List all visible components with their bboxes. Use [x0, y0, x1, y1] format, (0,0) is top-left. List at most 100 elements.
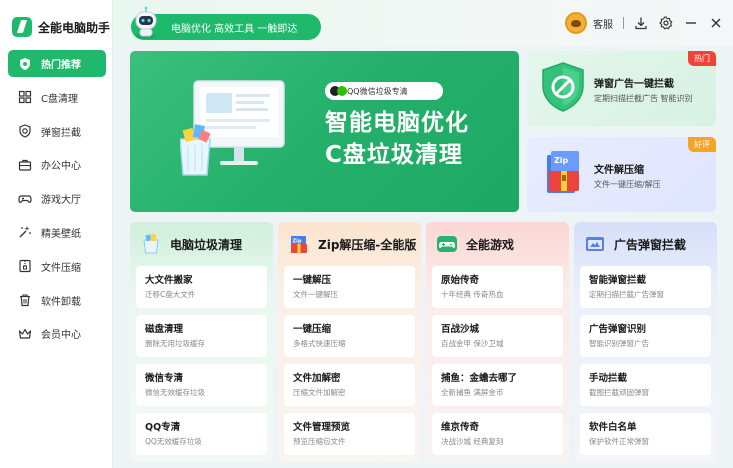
sidebar-nav: 热门推荐 C盘清理 弹窗拦截 办公中心 游戏大厅 精美壁纸 文件压缩 软件卸载: [8, 50, 106, 354]
tool-title: 磁盘清理: [145, 324, 184, 335]
category-zip: Zip Zip解压缩-全能版 一键解压 文件一键解压 一键压缩 多格式快速压缩 文件…: [278, 222, 421, 462]
divider: [623, 17, 624, 29]
wallpaper-icon: [18, 225, 32, 239]
sidebar-item-compress[interactable]: 文件压缩: [8, 253, 106, 280]
sidebar-item-label: 弹窗拦截: [41, 127, 81, 139]
promo-popup-block[interactable]: 热门 弹窗广告一键拦截 定期扫描拦截广告 智能识别: [527, 51, 716, 126]
tool-title: 捕鱼：金蟾去哪了: [441, 373, 518, 384]
close-icon[interactable]: [709, 16, 723, 30]
banner-title: 智能电脑优化: [325, 110, 469, 136]
sidebar-item-vip[interactable]: 会员中心: [8, 320, 106, 347]
avatar[interactable]: [565, 12, 587, 34]
tool-title: 智能弹窗拦截: [589, 275, 647, 286]
service-link[interactable]: 客服: [593, 16, 613, 31]
category-title: 电脑垃圾清理: [170, 237, 243, 252]
sidebar-item-hot[interactable]: 热门推荐: [8, 50, 106, 77]
sidebar-item-uninstall[interactable]: 软件卸载: [8, 287, 106, 314]
promo-file-compress[interactable]: 好评 Zip 文件解压缩 文件一键压缩/解压: [527, 137, 716, 212]
category-title: 全能游戏: [466, 237, 515, 252]
promo-desc: 定期扫描拦截广告 智能识别: [594, 94, 693, 103]
tool-desc: 定期扫描拦截广告弹窗: [589, 290, 664, 299]
sidebar-item-c-clean[interactable]: C盘清理: [8, 84, 106, 111]
block-icon: [18, 124, 32, 138]
svg-text:Zip: Zip: [293, 239, 302, 245]
zip-archive-icon: Zip: [547, 151, 579, 193]
tool-card-unzip[interactable]: 一键解压 文件一键解压: [284, 266, 415, 308]
shield-block-icon: [542, 62, 584, 112]
top-bar: 电脑优化 高效工具 一触即达 客服: [113, 0, 733, 46]
tool-card-big-file-move[interactable]: 大文件搬家迁移C盘大文件: [136, 266, 267, 308]
tool-card-zip[interactable]: 一键压缩 多格式快速压缩: [284, 315, 415, 357]
tool-title: 大文件搬家: [145, 275, 193, 286]
slogan-text: 电脑优化 高效工具 一触即达: [171, 23, 298, 35]
download-icon[interactable]: [634, 16, 648, 30]
trash-icon: [18, 293, 32, 307]
app-name: 全能电脑助手: [38, 20, 111, 35]
briefcase-icon: [18, 158, 32, 172]
game-card-viking[interactable]: 维京传奇 决战沙城 经典复刻: [432, 413, 563, 455]
sidebar-item-label: 文件压缩: [41, 262, 81, 274]
window-controls: 客服: [565, 11, 723, 35]
qq-wechat-tag: QQ微信垃圾专清: [325, 82, 443, 100]
tool-desc: 文件一键解压: [293, 290, 338, 299]
tool-card-smart-block[interactable]: 智能弹窗拦截定期扫描拦截广告弹窗: [580, 266, 711, 308]
archive-icon: [18, 259, 32, 273]
tool-card-preview[interactable]: 文件管理预览 预览压缩包文件: [284, 413, 415, 455]
tool-card-manual-block[interactable]: 手动拦截 截图拦截顽固弹窗: [580, 364, 711, 406]
tool-desc: 多格式快速压缩: [293, 339, 346, 348]
sidebar-item-popup-block[interactable]: 弹窗拦截: [8, 118, 106, 145]
tool-title: 软件白名单: [589, 422, 637, 433]
gamepad-icon: [18, 192, 32, 206]
robot-mascot-icon: [135, 6, 157, 39]
banner-subtitle: C盘垃圾清理: [325, 142, 463, 168]
tool-title: QQ专清: [145, 422, 181, 433]
grid-icon: [18, 90, 32, 104]
game-card-legend[interactable]: 原始传奇十年经典 传奇热血: [432, 266, 563, 308]
sidebar-item-wallpaper[interactable]: 精美壁纸: [8, 219, 106, 246]
tool-desc: 全新捕鱼 满屏金币: [441, 388, 504, 397]
tool-desc: 迁移C盘大文件: [145, 290, 196, 299]
sidebar-item-office[interactable]: 办公中心: [8, 151, 106, 178]
game-card-sand-city[interactable]: 百战沙城 百战金甲 保沙卫城: [432, 315, 563, 357]
tool-title: 维京传奇: [441, 422, 480, 433]
minimize-icon[interactable]: [684, 16, 698, 30]
wechat-icon: [337, 86, 347, 96]
category-junk-clean: 电脑垃圾清理 大文件搬家迁移C盘大文件 磁盘清理 删除无用垃圾缓存 微信专清 微信无…: [130, 222, 273, 462]
gamepad-icon: [436, 233, 458, 255]
tool-title: 文件加解密: [293, 373, 341, 384]
promo-title: 文件解压缩: [594, 165, 644, 176]
sidebar-item-label: 精美壁纸: [41, 228, 81, 240]
game-card-fishing[interactable]: 捕鱼：金蟾去哪了 全新捕鱼 满屏金币: [432, 364, 563, 406]
logo-icon: [12, 17, 32, 37]
tool-desc: 百战金甲 保沙卫城: [441, 339, 504, 348]
tool-desc: 十年经典 传奇热血: [441, 290, 504, 299]
tool-title: 原始传奇: [441, 275, 480, 286]
computer-cleanup-illustration: [180, 80, 285, 176]
tool-card-whitelist[interactable]: 软件白名单 保护软件正常弹窗: [580, 413, 711, 455]
svg-text:Zip: Zip: [554, 156, 569, 165]
tool-title: 文件管理预览: [293, 422, 351, 433]
tool-card-wechat-clean[interactable]: 微信专清 微信无效缓存垃圾: [136, 364, 267, 406]
crown-icon: [18, 327, 32, 341]
category-games: 全能游戏 原始传奇十年经典 传奇热血 百战沙城 百战金甲 保沙卫城 捕鱼：金蟾去哪…: [426, 222, 569, 462]
tool-card-encrypt[interactable]: 文件加解密 压缩文件加解密: [284, 364, 415, 406]
category-header: 全能游戏: [436, 232, 514, 256]
hot-badge: 热门: [688, 51, 716, 66]
promo-title: 弹窗广告一键拦截: [594, 79, 674, 90]
category-header: 电脑垃圾清理: [140, 232, 242, 256]
tool-card-qq-clean[interactable]: QQ专清 QQ无效缓存垃圾: [136, 413, 267, 455]
trash-can-icon: [140, 233, 162, 255]
sidebar-item-label: 游戏大厅: [41, 195, 81, 207]
tool-card-ad-detect[interactable]: 广告弹窗识别 智能识别弹窗广告: [580, 315, 711, 357]
sidebar-item-games[interactable]: 游戏大厅: [8, 185, 106, 212]
tool-desc: 微信无效缓存垃圾: [145, 388, 205, 397]
sidebar-item-label: 软件卸载: [41, 296, 81, 308]
main-banner[interactable]: QQ微信垃圾专清 智能电脑优化 C盘垃圾清理: [130, 51, 519, 212]
tool-card-disk-clean[interactable]: 磁盘清理 删除无用垃圾缓存: [136, 315, 267, 357]
zip-icon: Zip: [288, 233, 310, 255]
sidebar-item-label: C盘清理: [41, 93, 78, 105]
category-ad-block: 广告弹窗拦截 智能弹窗拦截定期扫描拦截广告弹窗 广告弹窗识别 智能识别弹窗广告 手…: [574, 222, 717, 462]
sidebar: 全能电脑助手 热门推荐 C盘清理 弹窗拦截 办公中心 游戏大厅 精美壁纸 文件压…: [0, 0, 113, 468]
gear-icon[interactable]: [659, 16, 673, 30]
category-header: 广告弹窗拦截: [584, 232, 686, 256]
